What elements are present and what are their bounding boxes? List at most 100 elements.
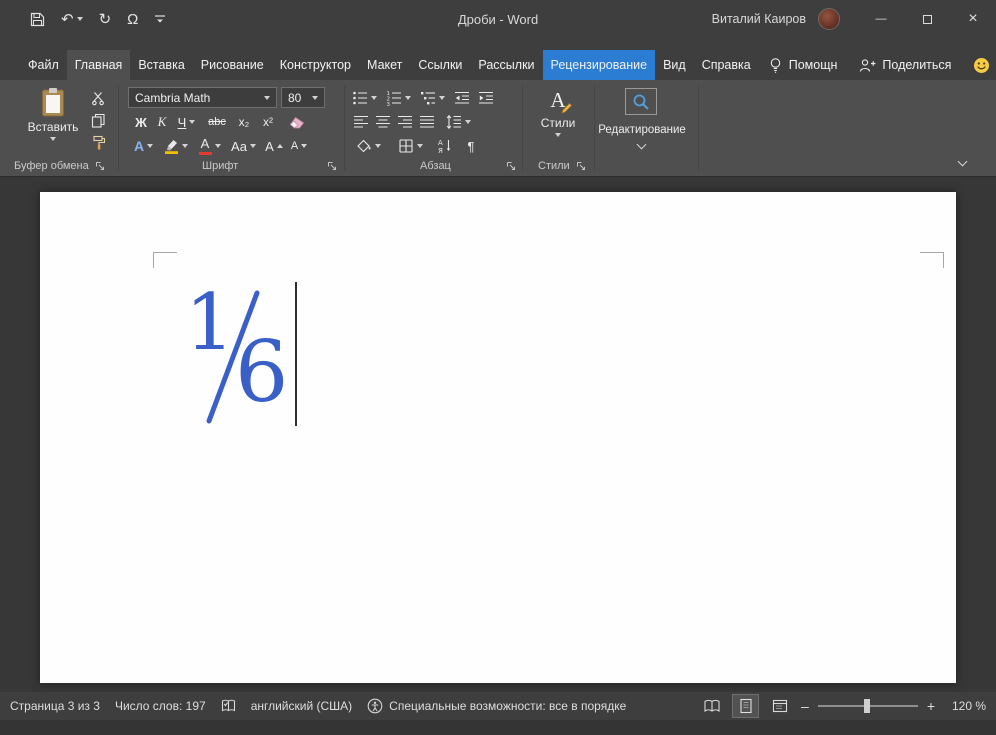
- multilevel-list-button[interactable]: [418, 87, 446, 109]
- bold-button[interactable]: Ж: [131, 111, 151, 133]
- paste-button[interactable]: Вставить: [24, 87, 82, 141]
- shading-button[interactable]: [354, 135, 382, 157]
- tab-design[interactable]: Конструктор: [272, 50, 359, 80]
- undo-dropdown-arrow: [77, 17, 83, 21]
- font-name-value: Cambria Math: [135, 91, 210, 105]
- decrease-indent-icon: [454, 90, 470, 106]
- customize-qat-button[interactable]: [154, 14, 166, 24]
- redo-button[interactable]: ↻: [99, 12, 112, 27]
- tab-mailings[interactable]: Рассылки: [470, 50, 542, 80]
- word-count[interactable]: Число слов: 197: [115, 699, 206, 713]
- clipboard-dialog-launcher[interactable]: [95, 161, 105, 171]
- undo-button[interactable]: ↶: [61, 12, 83, 27]
- editing-dropdown-chevron[interactable]: [637, 140, 647, 150]
- line-spacing-button[interactable]: [444, 111, 472, 133]
- copy-button[interactable]: [88, 109, 108, 131]
- proofing-status[interactable]: [221, 699, 236, 713]
- grow-font-button[interactable]: А: [263, 135, 285, 157]
- symbol-button[interactable]: Ω: [127, 12, 138, 27]
- underline-button[interactable]: Ч: [173, 111, 200, 133]
- sort-button[interactable]: АЯ: [432, 135, 456, 157]
- strikethrough-button[interactable]: abc: [203, 111, 231, 133]
- search-button[interactable]: [625, 88, 657, 115]
- increase-indent-button[interactable]: [476, 87, 496, 109]
- tab-help[interactable]: Справка: [694, 50, 759, 80]
- italic-icon: К: [158, 114, 167, 130]
- equation-fraction[interactable]: 1 6: [185, 290, 295, 424]
- bullet-list-button[interactable]: [350, 87, 378, 109]
- italic-button[interactable]: К: [153, 111, 171, 133]
- tab-view[interactable]: Вид: [655, 50, 694, 80]
- styles-button[interactable]: А Стили: [530, 87, 586, 137]
- text-effects-button[interactable]: А: [130, 135, 157, 157]
- paragraph-dialog-launcher[interactable]: [506, 161, 516, 171]
- minimize-button[interactable]: —: [858, 0, 904, 38]
- superscript-button[interactable]: x²: [257, 111, 279, 133]
- close-icon: ×: [968, 10, 977, 28]
- tab-review[interactable]: Рецензирование: [543, 50, 656, 80]
- save-button[interactable]: [30, 12, 45, 27]
- tab-draw[interactable]: Рисование: [193, 50, 272, 80]
- align-center-button[interactable]: [374, 111, 392, 133]
- paste-label: Вставить: [28, 120, 79, 134]
- zoom-slider[interactable]: [818, 705, 918, 707]
- font-color-button[interactable]: А: [195, 135, 224, 157]
- zoom-in-button[interactable]: +: [927, 698, 935, 714]
- zoom-out-button[interactable]: –: [801, 698, 809, 714]
- decrease-indent-button[interactable]: [452, 87, 472, 109]
- feedback-button[interactable]: [964, 50, 996, 80]
- numbered-list-button[interactable]: 123: [384, 87, 412, 109]
- close-button[interactable]: ×: [950, 0, 996, 38]
- web-layout-button[interactable]: [767, 695, 792, 717]
- font-size-combobox[interactable]: 80: [281, 87, 325, 108]
- account-avatar[interactable]: [818, 8, 840, 30]
- font-name-combobox[interactable]: Cambria Math: [128, 87, 277, 108]
- change-case-button[interactable]: Aa: [228, 135, 259, 157]
- group-separator: [118, 86, 119, 170]
- omega-icon: Ω: [127, 12, 138, 27]
- shrink-font-button[interactable]: А: [288, 135, 310, 157]
- tab-references[interactable]: Ссылки: [410, 50, 470, 80]
- font-group-footer: Шрифт: [202, 160, 238, 172]
- window-bottom-edge: [0, 720, 996, 735]
- borders-button[interactable]: [396, 135, 424, 157]
- styles-pencil-icon: [561, 102, 573, 114]
- align-right-button[interactable]: [396, 111, 414, 133]
- align-right-icon: [397, 114, 413, 130]
- tab-home[interactable]: Главная: [67, 50, 131, 80]
- tab-layout[interactable]: Макет: [359, 50, 410, 80]
- zoom-slider-handle[interactable]: [864, 699, 870, 713]
- cut-button[interactable]: [88, 87, 108, 109]
- editing-group-button[interactable]: Редактирование: [596, 124, 688, 136]
- format-painter-button[interactable]: [88, 131, 108, 153]
- collapse-ribbon-chevron[interactable]: [958, 157, 968, 167]
- print-layout-button[interactable]: [733, 695, 758, 717]
- share-button[interactable]: Поделиться: [850, 50, 960, 80]
- assistant-button[interactable]: Помощн: [759, 50, 847, 80]
- maximize-button[interactable]: [904, 0, 950, 38]
- font-dialog-launcher[interactable]: [327, 161, 337, 171]
- account-name[interactable]: Виталий Каиров: [712, 12, 806, 26]
- bold-icon: Ж: [135, 115, 147, 130]
- line-spacing-icon: [446, 114, 462, 130]
- show-marks-button[interactable]: ¶: [462, 135, 480, 157]
- justify-button[interactable]: [418, 111, 436, 133]
- accessibility-icon: [367, 698, 383, 714]
- paragraph-group-label: Абзац: [420, 160, 451, 172]
- zoom-level[interactable]: 120 %: [944, 699, 986, 713]
- language-indicator[interactable]: английский (США): [251, 699, 352, 713]
- subscript-button[interactable]: x₂: [233, 111, 255, 133]
- page-indicator[interactable]: Страница 3 из 3: [10, 699, 100, 713]
- font-color-icon: А: [199, 137, 212, 155]
- accessibility-status[interactable]: Специальные возможности: все в порядке: [367, 698, 626, 714]
- tab-insert[interactable]: Вставка: [130, 50, 192, 80]
- group-separator: [522, 86, 523, 170]
- read-mode-button[interactable]: [699, 695, 724, 717]
- increase-indent-icon: [478, 90, 494, 106]
- clear-formatting-button[interactable]: [285, 111, 309, 133]
- styles-dialog-launcher[interactable]: [576, 161, 586, 171]
- highlight-button[interactable]: [161, 135, 191, 157]
- align-left-button[interactable]: [352, 111, 370, 133]
- tab-file[interactable]: Файл: [20, 50, 67, 80]
- document-page[interactable]: 1 6: [40, 192, 956, 683]
